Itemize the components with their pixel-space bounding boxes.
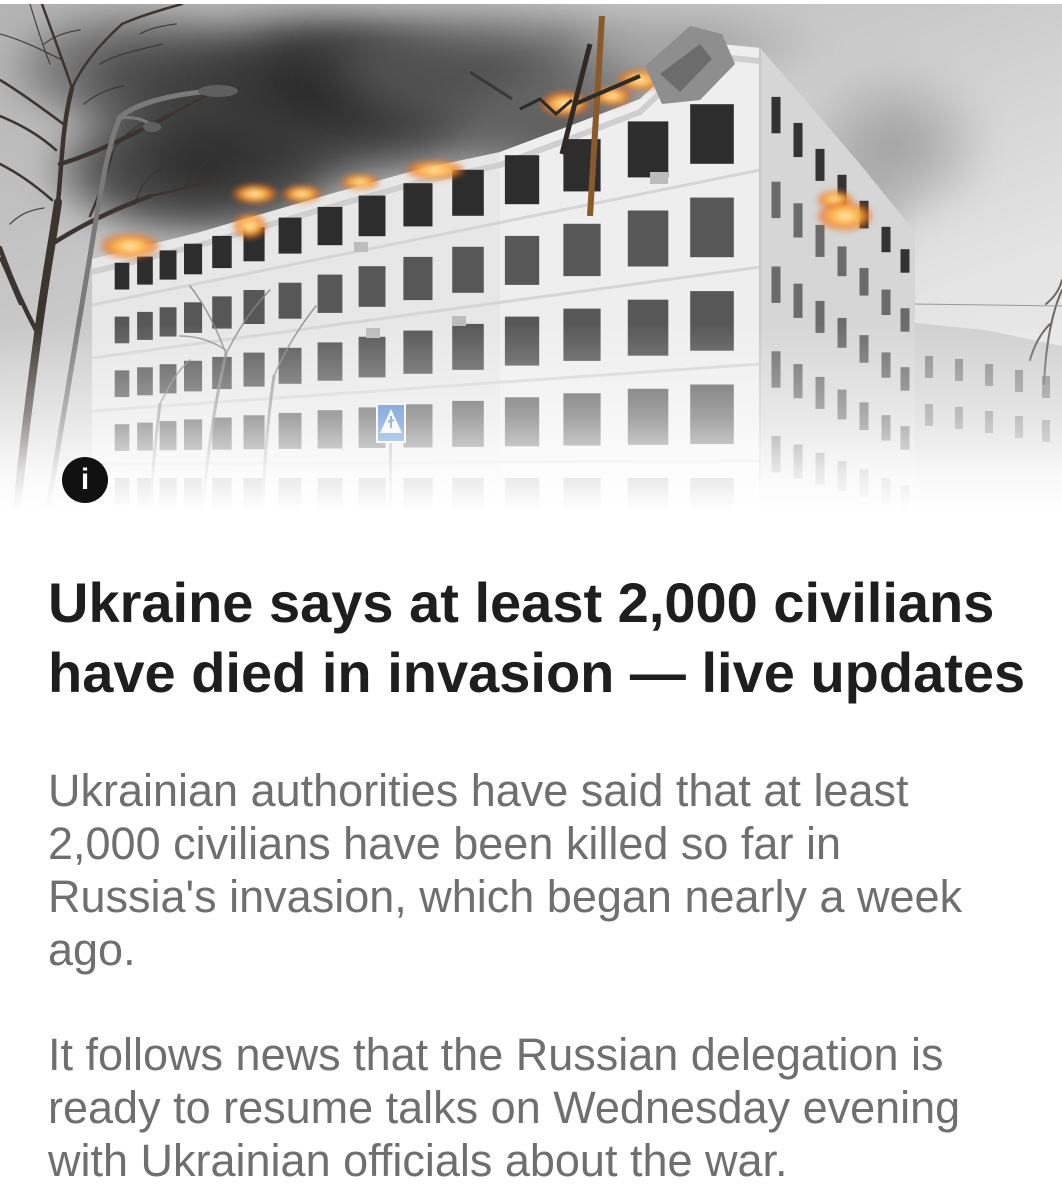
article-content: Ukraine says at least 2,000 civilians ha… (48, 568, 1048, 1187)
article-paragraph: It follows news that the Russian delegat… (48, 1029, 961, 1186)
article-paragraph: Ukrainian authorities have said that at … (48, 765, 963, 975)
info-button[interactable]: i (62, 457, 108, 503)
info-icon: i (80, 463, 90, 496)
image-fade (0, 4, 1062, 520)
hero-image (0, 4, 1062, 520)
headline[interactable]: Ukraine says at least 2,000 civilians ha… (48, 568, 1048, 708)
